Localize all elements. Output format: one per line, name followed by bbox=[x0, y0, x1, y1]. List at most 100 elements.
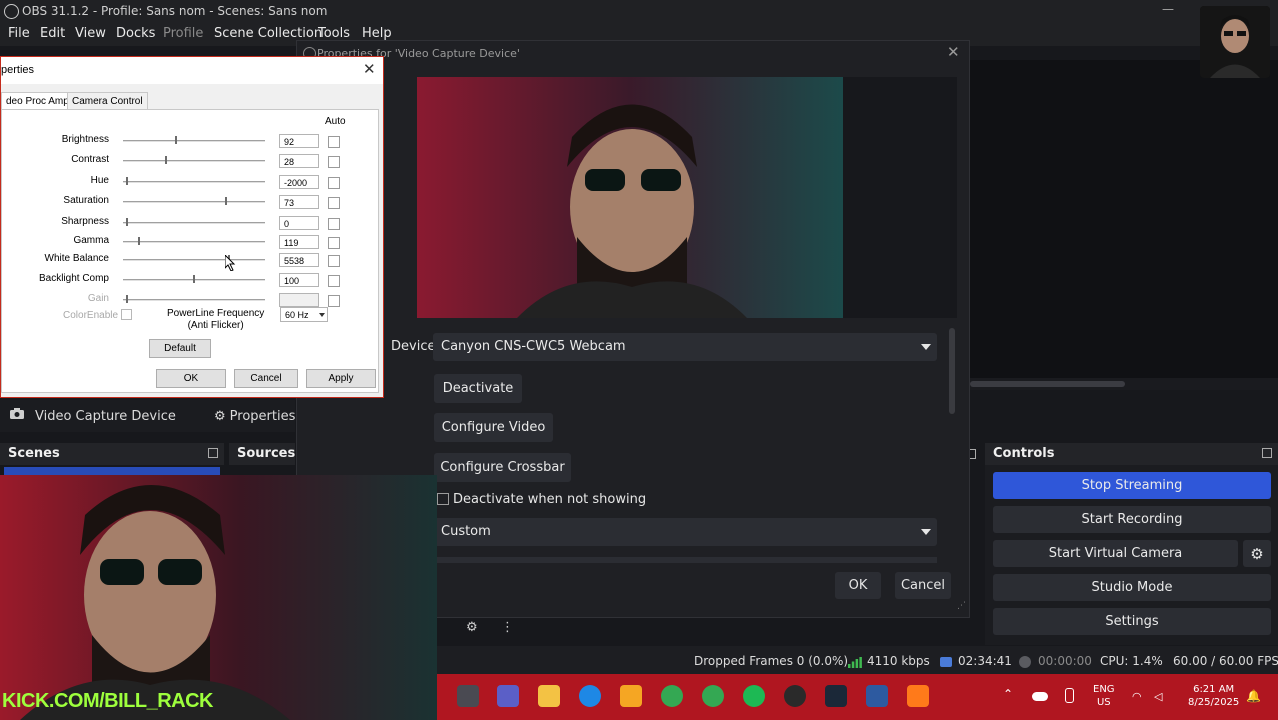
menu-view[interactable]: View bbox=[75, 26, 106, 41]
menu-help[interactable]: Help bbox=[362, 26, 392, 41]
preview-scrollbar[interactable] bbox=[960, 378, 1278, 390]
undock-icon[interactable] bbox=[208, 448, 218, 458]
slider-thumb[interactable] bbox=[193, 275, 195, 283]
value-field[interactable]: 5538 bbox=[279, 253, 319, 267]
value-field[interactable]: 28 bbox=[279, 154, 319, 168]
auto-checkbox[interactable] bbox=[328, 275, 340, 287]
tab-camera-control[interactable]: Camera Control bbox=[67, 92, 148, 110]
ok-button[interactable]: OK bbox=[156, 369, 226, 388]
undock-icon[interactable] bbox=[1262, 448, 1272, 458]
resolution-type-select[interactable]: Custom bbox=[433, 518, 937, 546]
chevron-down-icon bbox=[319, 313, 325, 317]
microphone-icon[interactable] bbox=[1065, 688, 1074, 703]
onedrive-icon[interactable] bbox=[1032, 692, 1048, 701]
slider-track[interactable] bbox=[123, 259, 265, 261]
default-button[interactable]: Default bbox=[149, 339, 211, 358]
teams-icon[interactable] bbox=[497, 685, 519, 707]
start-recording-button[interactable]: Start Recording bbox=[993, 506, 1271, 533]
auto-checkbox[interactable] bbox=[328, 255, 340, 267]
menu-edit[interactable]: Edit bbox=[40, 26, 65, 41]
properties-button[interactable]: ⚙ Properties bbox=[208, 405, 301, 427]
value-field[interactable] bbox=[279, 293, 319, 307]
slider-track[interactable] bbox=[123, 201, 265, 203]
device-select[interactable]: Canyon CNS-CWC5 Webcam bbox=[433, 333, 937, 361]
slider-thumb[interactable] bbox=[165, 156, 167, 164]
slider-thumb[interactable] bbox=[126, 218, 128, 226]
auto-checkbox[interactable] bbox=[328, 237, 340, 249]
tab-video-proc-amp[interactable]: deo Proc Amp bbox=[1, 92, 74, 110]
cancel-button[interactable]: Cancel bbox=[895, 572, 951, 599]
selected-scene-row[interactable] bbox=[4, 467, 220, 475]
row-label: Gamma bbox=[73, 235, 109, 246]
resize-grip-icon[interactable]: ⋰ bbox=[957, 601, 966, 611]
steam-icon[interactable] bbox=[825, 685, 847, 707]
auto-checkbox[interactable] bbox=[328, 218, 340, 230]
wifi-icon[interactable]: ◠ bbox=[1132, 690, 1142, 703]
value-field[interactable]: 73 bbox=[279, 195, 319, 209]
spotify-icon[interactable] bbox=[743, 685, 765, 707]
slider-thumb[interactable] bbox=[225, 197, 227, 205]
auto-checkbox[interactable] bbox=[328, 177, 340, 189]
slider-track[interactable] bbox=[123, 181, 265, 183]
value-field[interactable]: 119 bbox=[279, 235, 319, 249]
cancel-button[interactable]: Cancel bbox=[234, 369, 298, 388]
value-field[interactable]: -2000 bbox=[279, 175, 319, 189]
value-field[interactable]: 92 bbox=[279, 134, 319, 148]
slider-thumb[interactable] bbox=[138, 237, 140, 245]
auto-checkbox[interactable] bbox=[328, 197, 340, 209]
obs-icon[interactable] bbox=[784, 685, 806, 707]
slider-thumb[interactable] bbox=[126, 177, 128, 185]
language-indicator[interactable]: ENG US bbox=[1093, 683, 1115, 709]
close-icon[interactable]: ✕ bbox=[947, 43, 960, 61]
stop-streaming-button[interactable]: Stop Streaming bbox=[993, 472, 1271, 499]
slider-track[interactable] bbox=[123, 222, 265, 224]
ok-button[interactable]: OK bbox=[835, 572, 881, 599]
slider-thumb[interactable] bbox=[126, 295, 128, 303]
settings-button[interactable]: Settings bbox=[993, 608, 1271, 635]
chrome-icon[interactable] bbox=[702, 685, 724, 707]
minimize-icon[interactable]: — bbox=[1162, 2, 1174, 16]
deactivate-button[interactable]: Deactivate bbox=[434, 374, 522, 403]
menu-scene-collection[interactable]: Scene Collection bbox=[214, 26, 322, 41]
scrollbar-thumb[interactable] bbox=[970, 381, 1125, 387]
value-field[interactable]: 0 bbox=[279, 216, 319, 230]
task-view-icon[interactable] bbox=[457, 685, 479, 707]
slider-track[interactable] bbox=[123, 160, 265, 162]
slider-track[interactable] bbox=[123, 299, 265, 301]
chevron-up-icon[interactable]: ⌃ bbox=[1003, 688, 1013, 701]
studio-mode-button[interactable]: Studio Mode bbox=[993, 574, 1271, 601]
configure-crossbar-button[interactable]: Configure Crossbar bbox=[434, 453, 571, 482]
deactivate-when-not-showing-checkbox[interactable] bbox=[437, 493, 449, 505]
slider-track[interactable] bbox=[123, 140, 265, 142]
remote-desktop-icon[interactable] bbox=[866, 685, 888, 707]
edge-icon[interactable] bbox=[579, 685, 601, 707]
selected-source-name: Video Capture Device bbox=[35, 409, 176, 424]
auto-checkbox[interactable] bbox=[328, 295, 340, 307]
auto-checkbox[interactable] bbox=[328, 156, 340, 168]
chevron-down-icon bbox=[921, 529, 931, 535]
configure-video-button[interactable]: Configure Video bbox=[434, 413, 553, 442]
value-field[interactable]: 100 bbox=[279, 273, 319, 287]
slider-track[interactable] bbox=[123, 241, 265, 243]
notification-bell-icon[interactable]: 🔔 bbox=[1246, 689, 1261, 703]
virtual-camera-settings-gear-icon[interactable]: ⚙ bbox=[1243, 540, 1271, 567]
slider-thumb[interactable] bbox=[175, 136, 177, 144]
store-icon[interactable] bbox=[620, 685, 642, 707]
apply-button[interactable]: Apply bbox=[306, 369, 376, 388]
menu-tools[interactable]: Tools bbox=[318, 26, 350, 41]
row-label: Sharpness bbox=[61, 216, 109, 227]
auto-checkbox[interactable] bbox=[328, 136, 340, 148]
start-virtual-camera-button[interactable]: Start Virtual Camera bbox=[993, 540, 1238, 567]
close-icon[interactable]: ✕ bbox=[363, 60, 376, 78]
filters-icon[interactable]: ⚙ bbox=[466, 620, 478, 635]
menu-docks[interactable]: Docks bbox=[116, 26, 155, 41]
menu-profile[interactable]: Profile bbox=[163, 26, 203, 41]
menu-file[interactable]: File bbox=[8, 26, 30, 41]
chrome-icon[interactable] bbox=[661, 685, 683, 707]
file-explorer-icon[interactable] bbox=[538, 685, 560, 707]
app-icon[interactable] bbox=[907, 685, 929, 707]
clock[interactable]: 6:21 AM 8/25/2025 bbox=[1188, 683, 1239, 709]
more-options-icon[interactable]: ⋮ bbox=[501, 620, 514, 635]
volume-icon[interactable]: ◁ bbox=[1154, 690, 1162, 703]
properties-scrollbar[interactable] bbox=[949, 328, 955, 414]
